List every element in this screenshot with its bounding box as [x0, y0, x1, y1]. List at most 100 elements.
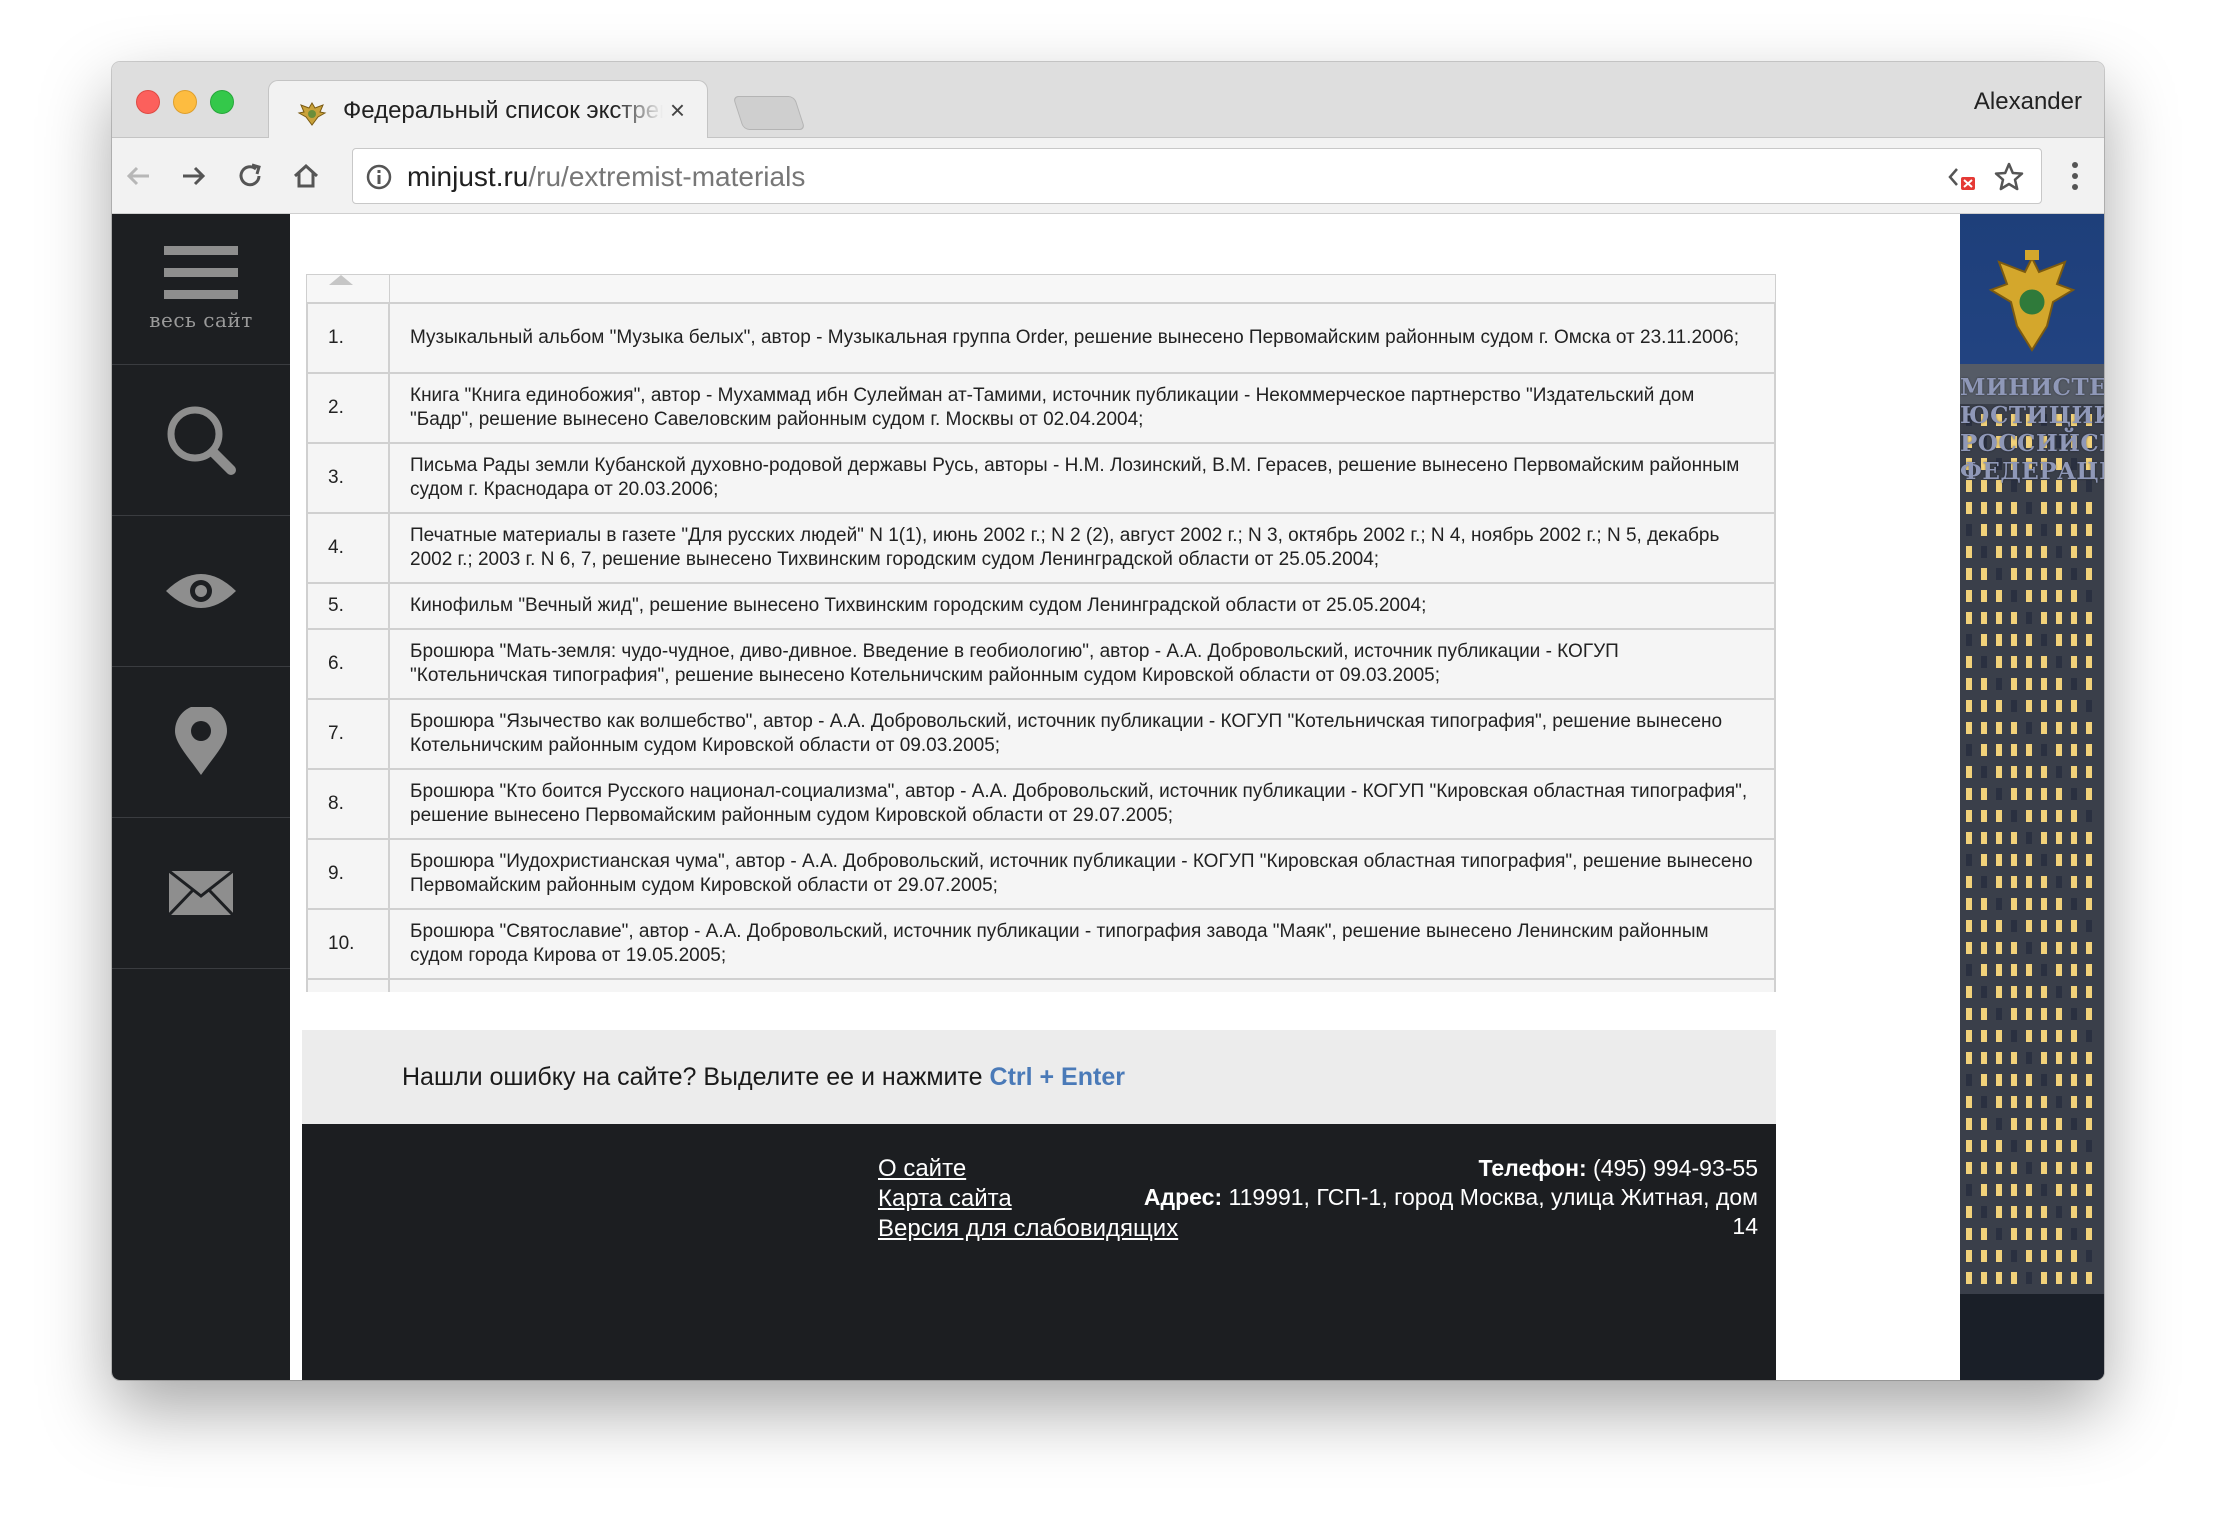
row-number: 1.	[306, 302, 390, 374]
row-description: Брошюра "Иудохристианская чума", автор -…	[388, 838, 1776, 910]
new-tab-button[interactable]	[732, 96, 806, 130]
table-row: 3. Письма Рады земли Кубанской духовно-ро…	[306, 442, 1776, 514]
row-number: 4.	[306, 512, 390, 584]
back-button[interactable]	[118, 156, 158, 196]
row-description: Брошюра "Святославие", автор - А.А. Добр…	[388, 908, 1776, 980]
row-description: Книга "Книга единобожия", автор - Мухамм…	[388, 372, 1776, 444]
blocked-code-icon[interactable]	[1947, 163, 1979, 193]
browser-toolbar: minjust.ru/ru/extremist-materials	[112, 138, 2104, 214]
footer-contacts: Телефон: (495) 994-93-55 Адрес: 119991, …	[1138, 1154, 1758, 1241]
row-description: Письма Рады земли Кубанской духовно-родо…	[388, 442, 1776, 514]
home-icon	[293, 163, 319, 188]
table-row: 5. Кинофильм "Вечный жид", решение вынесе…	[306, 582, 1776, 630]
ministry-building-banner: МИНИСТЕРСТВО ЮСТИЦИИ РОССИЙСКОЙ ФЕДЕРАЦИ…	[1960, 214, 2104, 1380]
footer-address-label: Адрес:	[1143, 1184, 1223, 1210]
row-number: 11.	[306, 978, 390, 992]
tab-close-icon[interactable]: ×	[670, 95, 685, 125]
browser-window: Федеральный список экстремистских матери…	[112, 62, 2104, 1380]
row-number: 2.	[306, 372, 390, 444]
left-sidebar: весь сайт	[112, 214, 290, 1380]
row-description: Печатные материалы в газете "Для русских…	[388, 512, 1776, 584]
table-row: 10. Брошюра "Святославие", автор - А.А. Д…	[306, 908, 1776, 980]
table-row: 6. Брошюра "Мать-земля: чудо-чудное, диво…	[306, 628, 1776, 700]
sidebar-location-button[interactable]	[112, 667, 290, 818]
ministry-line-1: МИНИСТЕРСТВО	[1960, 374, 2104, 401]
emblem-eagle-icon	[1988, 250, 2076, 352]
row-number: 10.	[306, 908, 390, 980]
row-description: Брошюра "Мать-земля: чудо-чудное, диво-д…	[388, 628, 1776, 700]
info-icon[interactable]	[365, 163, 393, 191]
footer-phone-label: Телефон:	[1478, 1155, 1587, 1181]
row-description: Брошюра "Кто боится Русского национал-со…	[388, 768, 1776, 840]
kebab-menu-icon[interactable]	[2070, 160, 2080, 192]
location-pin-icon	[175, 707, 227, 775]
sidebar-menu-button[interactable]: весь сайт	[112, 214, 290, 365]
table-row: 2. Книга "Книга единобожия", автор - Муха…	[306, 372, 1776, 444]
address-bar[interactable]: minjust.ru/ru/extremist-materials	[352, 148, 2042, 204]
footer-address: Адрес: 119991, ГСП-1, город Москва, улиц…	[1138, 1183, 1758, 1241]
table-row: 7. Брошюра "Язычество как волшебство", ав…	[306, 698, 1776, 770]
ministry-line-4: ФЕДЕРАЦИИ	[1960, 458, 2104, 485]
row-number: 5.	[306, 582, 390, 630]
site-footer: О сайте Карта сайта Версия для слабовидя…	[302, 1124, 1776, 1380]
url-host: minjust.ru	[407, 161, 529, 192]
maximize-window-button[interactable]	[210, 90, 234, 114]
footer-phone-value: (495) 994-93-55	[1586, 1155, 1758, 1181]
footer-link-accessible-version[interactable]: Версия для слабовидящих	[878, 1214, 1178, 1244]
sidebar-search-button[interactable]	[112, 365, 290, 516]
footer-address-value: 119991, ГСП-1, город Москва, улица Житна…	[1222, 1184, 1759, 1239]
row-description: Музыкальный альбом "Музыка белых", автор…	[388, 302, 1776, 374]
error-report-bar: Нашли ошибку на сайте? Выделите ее и наж…	[302, 1030, 1776, 1124]
error-report-text: Нашли ошибку на сайте? Выделите ее и наж…	[402, 1063, 1125, 1092]
sidebar-menu-label: весь сайт	[149, 308, 253, 332]
ministry-line-2: ЮСТИЦИИ	[1960, 402, 2104, 429]
ministry-line-3: РОССИЙСКОЙ	[1960, 430, 2104, 457]
row-description: Брошюра "Язычество как волшебство", авто…	[388, 698, 1776, 770]
ministry-title: МИНИСТЕРСТВО ЮСТИЦИИ РОССИЙСКОЙ ФЕДЕРАЦИ…	[1960, 374, 2104, 486]
url-text[interactable]: minjust.ru/ru/extremist-materials	[407, 161, 805, 193]
forward-arrow-icon	[183, 166, 206, 186]
sidebar-accessibility-button[interactable]	[112, 516, 290, 667]
extremist-materials-table: 1. Музыкальный альбом "Музыка белых", авт…	[306, 274, 1776, 992]
sort-caret-icon[interactable]	[329, 275, 353, 285]
hamburger-icon	[164, 246, 238, 299]
reload-icon	[239, 163, 261, 187]
url-path: /ru/extremist-materials	[528, 161, 806, 192]
forward-button[interactable]	[174, 156, 214, 196]
row-number: 6.	[306, 628, 390, 700]
search-icon	[167, 406, 236, 475]
footer-link-about[interactable]: О сайте	[878, 1154, 1178, 1184]
footer-phone: Телефон: (495) 994-93-55	[1138, 1154, 1758, 1183]
profile-name[interactable]: Alexander	[1974, 88, 2082, 116]
minimize-window-button[interactable]	[173, 90, 197, 114]
row-description: Кинофильм "Вечный жид", решение вынесено…	[388, 582, 1776, 630]
error-report-keys: Ctrl + Enter	[989, 1063, 1125, 1091]
tab-strip: Федеральный список экстремистских матери…	[112, 62, 2104, 140]
home-button[interactable]	[286, 156, 326, 196]
reload-button[interactable]	[230, 156, 270, 196]
table-row: 1. Музыкальный альбом "Музыка белых", авт…	[306, 302, 1776, 374]
browser-tab-active[interactable]: Федеральный список экстремистских матери…	[268, 80, 708, 140]
row-number: 7.	[306, 698, 390, 770]
table-header-stub	[306, 274, 1776, 305]
table-row: 9. Брошюра "Иудохристианская чума", автор…	[306, 838, 1776, 910]
footer-links: О сайте Карта сайта Версия для слабовидя…	[878, 1154, 1178, 1244]
close-window-button[interactable]	[136, 90, 160, 114]
footer-link-sitemap[interactable]: Карта сайта	[878, 1184, 1178, 1214]
web-page: весь сайт 1. Музыкальный альбом "Музыка …	[112, 214, 2104, 1380]
table-row: 4. Печатные материалы в газете "Для русск…	[306, 512, 1776, 584]
star-icon[interactable]	[1993, 161, 2025, 193]
materials-list: 1. Музыкальный альбом "Музыка белых", авт…	[306, 302, 1776, 992]
table-row: 11.Статья "Однажды мы придем с гнилыми п…	[306, 978, 1776, 992]
table-row: 8. Брошюра "Кто боится Русского национал-…	[306, 768, 1776, 840]
row-number: 8.	[306, 768, 390, 840]
row-number: 3.	[306, 442, 390, 514]
eagle-favicon-icon	[297, 102, 327, 126]
error-report-message: Нашли ошибку на сайте? Выделите ее и наж…	[402, 1063, 990, 1091]
eye-icon	[166, 574, 236, 608]
sidebar-mail-button[interactable]	[112, 818, 290, 969]
row-description: Статья "Однажды мы придем с гнилыми поми…	[388, 978, 1776, 992]
tab-title: Федеральный список экстремистских матери…	[343, 97, 663, 124]
row-number: 9.	[306, 838, 390, 910]
main-content: 1. Музыкальный альбом "Музыка белых", авт…	[290, 214, 1960, 1380]
